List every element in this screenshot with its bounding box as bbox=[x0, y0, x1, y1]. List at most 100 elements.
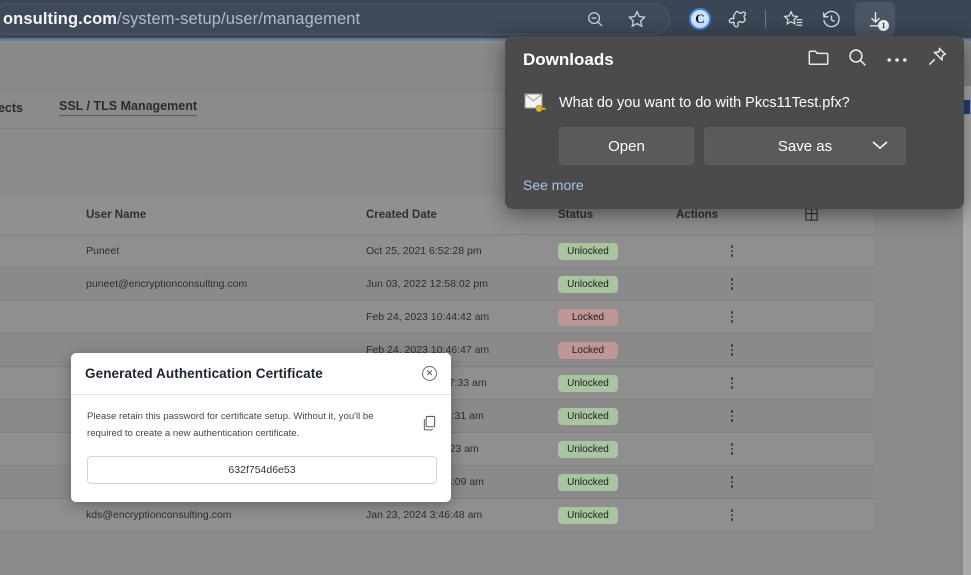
cell-status: Unlocked bbox=[558, 276, 676, 293]
column-header-status: Status bbox=[558, 209, 676, 221]
collections-icon[interactable] bbox=[779, 5, 807, 33]
status-badge: Locked bbox=[558, 342, 618, 359]
downloads-icon[interactable]: 1 bbox=[855, 2, 895, 36]
row-more-options-icon[interactable] bbox=[676, 443, 788, 455]
address-bar[interactable]: onsulting.com/system-setup/user/manageme… bbox=[0, 3, 670, 35]
screenshot-root: rojects SSL / TLS Management User Name C… bbox=[0, 0, 971, 575]
cell-user-name: kds@encryptionconsulting.com bbox=[0, 509, 366, 521]
cell-actions bbox=[676, 410, 788, 422]
open-button[interactable]: Open bbox=[559, 127, 694, 165]
right-edge-sliver bbox=[963, 86, 971, 575]
row-more-options-icon[interactable] bbox=[676, 344, 788, 356]
cell-status: Unlocked bbox=[558, 408, 676, 425]
status-badge: Unlocked bbox=[558, 507, 618, 524]
table-row[interactable]: PuneetOct 25, 2021 6:52:28 pmUnlocked bbox=[0, 235, 874, 268]
cell-status: Unlocked bbox=[558, 441, 676, 458]
copilot-letter: C bbox=[689, 8, 711, 30]
status-badge: Unlocked bbox=[558, 441, 618, 458]
row-more-options-icon[interactable] bbox=[676, 476, 788, 488]
cell-actions bbox=[676, 509, 788, 521]
url-host: onsulting.com bbox=[3, 10, 117, 28]
cell-actions bbox=[676, 311, 788, 323]
generated-auth-certificate-dialog: Generated Authentication Certificate ✕ P… bbox=[71, 353, 451, 502]
cell-status: Locked bbox=[558, 309, 676, 326]
table-row[interactable]: puneet@encryptionconsulting.comJun 03, 2… bbox=[0, 268, 874, 301]
row-more-options-icon[interactable] bbox=[676, 410, 788, 422]
cell-created-date: Oct 25, 2021 6:52:28 pm bbox=[366, 245, 558, 257]
breadcrumb-item-projects[interactable]: rojects bbox=[0, 101, 23, 115]
status-badge: Locked bbox=[558, 309, 618, 326]
certificate-file-icon bbox=[523, 91, 547, 115]
status-badge: Unlocked bbox=[558, 375, 618, 392]
row-more-options-icon[interactable] bbox=[676, 377, 788, 389]
download-action-buttons: Open Save as bbox=[523, 115, 946, 165]
status-badge: Unlocked bbox=[558, 408, 618, 425]
see-more-link[interactable]: See more bbox=[523, 177, 584, 193]
more-options-icon[interactable] bbox=[886, 51, 908, 69]
browser-toolbar: C bbox=[686, 0, 895, 38]
dialog-title: Generated Authentication Certificate bbox=[85, 366, 323, 381]
cell-actions bbox=[676, 443, 788, 455]
cell-created-date: Jan 23, 2024 3:46:48 am bbox=[366, 509, 558, 521]
dialog-message: Please retain this password for certific… bbox=[87, 409, 387, 442]
copilot-icon[interactable]: C bbox=[686, 5, 714, 33]
cell-actions bbox=[676, 278, 788, 290]
pin-icon[interactable] bbox=[926, 46, 948, 73]
close-icon[interactable]: ✕ bbox=[422, 366, 437, 381]
downloads-footer: See more bbox=[505, 165, 964, 209]
cell-actions bbox=[676, 476, 788, 488]
cell-status: Unlocked bbox=[558, 375, 676, 392]
column-header-user-name: User Name bbox=[0, 209, 366, 221]
downloads-flyout: Downloads bbox=[505, 36, 964, 209]
downloads-header: Downloads bbox=[505, 36, 964, 83]
row-more-options-icon[interactable] bbox=[676, 509, 788, 521]
url-path: /system-setup/user/management bbox=[117, 10, 360, 28]
dialog-header: Generated Authentication Certificate ✕ bbox=[71, 353, 451, 395]
breadcrumb: rojects SSL / TLS Management bbox=[0, 99, 197, 116]
password-field[interactable]: 632f754d6e53 bbox=[87, 456, 437, 484]
breadcrumb-item-ssl-tls-management[interactable]: SSL / TLS Management bbox=[59, 99, 197, 116]
zoom-out-icon[interactable] bbox=[581, 5, 609, 33]
cell-status: Unlocked bbox=[558, 474, 676, 491]
status-badge: Unlocked bbox=[558, 276, 618, 293]
save-as-button[interactable]: Save as bbox=[704, 127, 906, 165]
copy-icon[interactable] bbox=[422, 415, 437, 436]
search-icon[interactable] bbox=[847, 47, 868, 73]
cell-status: Unlocked bbox=[558, 243, 676, 260]
table-columns-icon[interactable] bbox=[788, 207, 834, 222]
cell-created-date: Jun 03, 2022 12:58:02 pm bbox=[366, 278, 558, 290]
cell-actions bbox=[676, 344, 788, 356]
download-question: What do you want to do with Pkcs11Test.p… bbox=[559, 95, 850, 111]
cell-status: Unlocked bbox=[558, 507, 676, 524]
download-item: What do you want to do with Pkcs11Test.p… bbox=[505, 83, 964, 165]
sidebar-chip[interactable] bbox=[963, 99, 971, 115]
address-bar-icons bbox=[581, 5, 669, 33]
table-row[interactable]: kds@encryptionconsulting.comJan 23, 2024… bbox=[0, 499, 874, 532]
cell-user-name: puneet@encryptionconsulting.com bbox=[0, 278, 366, 290]
star-favorite-icon[interactable] bbox=[623, 5, 651, 33]
save-as-label: Save as bbox=[778, 138, 832, 155]
downloads-title: Downloads bbox=[523, 50, 614, 70]
row-more-options-icon[interactable] bbox=[676, 245, 788, 257]
cell-status: Locked bbox=[558, 342, 676, 359]
toolbar-separator bbox=[765, 10, 766, 28]
column-header-actions: Actions bbox=[676, 209, 788, 221]
table-row[interactable]: Feb 24, 2023 10:44:42 amLocked bbox=[0, 301, 874, 334]
chevron-down-icon[interactable] bbox=[871, 138, 889, 155]
downloads-badge: 1 bbox=[878, 20, 889, 31]
row-more-options-icon[interactable] bbox=[676, 278, 788, 290]
cell-actions bbox=[676, 377, 788, 389]
row-more-options-icon[interactable] bbox=[676, 311, 788, 323]
dialog-body: Please retain this password for certific… bbox=[71, 395, 451, 502]
cell-created-date: Feb 24, 2023 10:44:42 am bbox=[366, 311, 558, 323]
folder-icon[interactable] bbox=[807, 47, 829, 72]
column-header-created-date: Created Date bbox=[366, 209, 558, 221]
history-icon[interactable] bbox=[817, 5, 845, 33]
status-badge: Unlocked bbox=[558, 474, 618, 491]
cell-actions bbox=[676, 245, 788, 257]
split-screen-icon[interactable] bbox=[724, 5, 752, 33]
url-text: onsulting.com/system-setup/user/manageme… bbox=[3, 10, 360, 29]
downloads-header-icons bbox=[807, 46, 948, 73]
cell-user-name: Puneet bbox=[0, 245, 366, 257]
status-badge: Unlocked bbox=[558, 243, 618, 260]
